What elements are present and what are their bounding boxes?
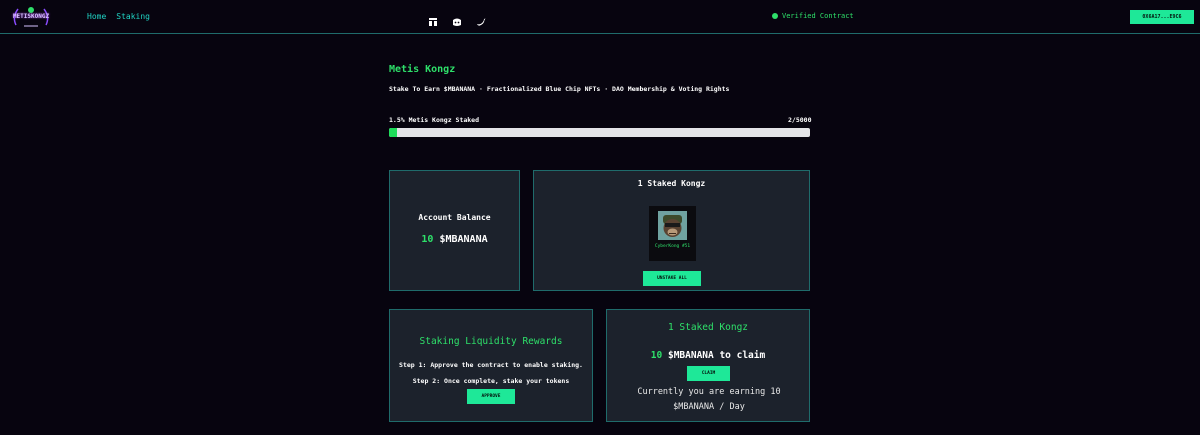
site-logo[interactable]: METISKONGZ [10,5,52,29]
cyberkong-avatar-icon [658,211,687,240]
staked-kongz-title: 1 Staked Kongz [637,179,706,188]
balance-amount: 10 [421,234,434,245]
twitter-icon[interactable] [476,12,486,26]
balance-token: $MBANANA [439,234,488,245]
nft-name: CyberKong #51 [654,244,691,249]
discord-icon[interactable] [452,12,462,26]
staked-progress-label: 1.5% Metis Kongz Staked [389,116,480,124]
staked-progress-fill [389,128,397,137]
wallet-address-button[interactable]: 0X6A17...E9C6 [1130,10,1194,24]
staked-progress-count: 2/5000 [788,116,812,124]
approve-button[interactable]: APPROVE [467,389,515,404]
verified-label: Verified Contract [782,12,854,20]
account-balance-label: Account Balance [418,213,491,222]
top-navbar: METISKONGZ Home Staking Verified Contrac… [0,0,1200,34]
step-one-text: Step 1: Approve the contract to enable s… [399,361,583,369]
nav-staking-link[interactable]: Staking [116,12,150,21]
claim-rewards-card: 1 Staked Kongz 10 $MBANANA to claim CLAI… [606,309,810,422]
staked-kongz-card: 1 Staked Kongz CyberKong #51 UNSTAKE ALL [533,170,810,291]
check-circle-icon [772,13,778,19]
claimable-amount: 10 $MBANANA to claim [607,350,809,361]
claim-card-title: 1 Staked Kongz [667,322,749,333]
main-nav: Home Staking [87,12,150,21]
nav-home-link[interactable]: Home [87,12,106,21]
account-balance-card: Account Balance 10 $MBANANA [389,170,520,291]
social-links [428,12,486,26]
step-two-text: Step 2: Once complete, stake your tokens [412,377,570,385]
page-subtitle: Stake To Earn $MBANANA · Fractionalized … [389,85,730,93]
staked-progress-bar [389,128,810,137]
account-balance-value: 10 $MBANANA [390,234,519,245]
staking-liquidity-card: Staking Liquidity Rewards Step 1: Approv… [389,309,593,422]
claim-amount-value: 10 [650,350,663,361]
earning-rate-text: Currently you are earning 10 $MBANANA / … [637,387,781,412]
verified-contract-badge[interactable]: Verified Contract [772,12,854,20]
unstake-all-button[interactable]: UNSTAKE ALL [643,271,701,286]
liquidity-rewards-title: Staking Liquidity Rewards [419,336,563,347]
opensea-icon[interactable] [428,12,438,26]
nft-tile[interactable]: CyberKong #51 [649,206,696,261]
claim-amount-suffix: $MBANANA to claim [667,350,766,361]
page-title: Metis Kongz [389,64,456,75]
logo-text: METISKONGZ [12,13,50,20]
claim-button[interactable]: CLAIM [687,366,730,381]
